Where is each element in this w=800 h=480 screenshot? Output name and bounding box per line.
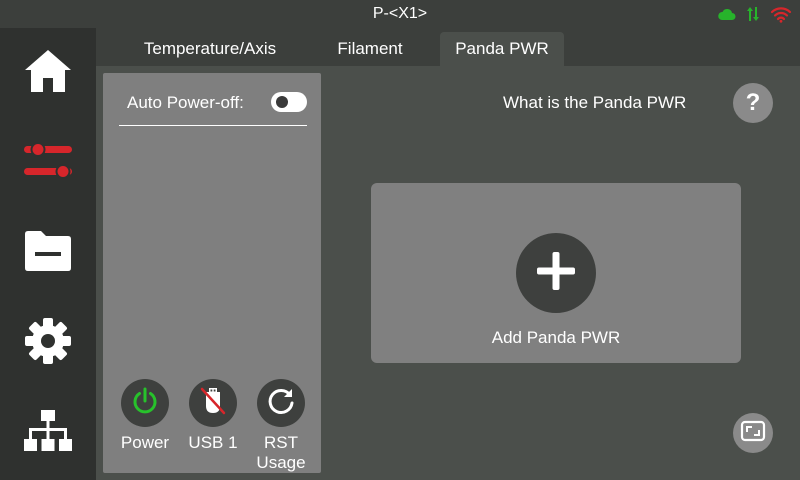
gear-icon <box>23 316 73 371</box>
auto-power-off-row: Auto Power-off: <box>119 87 315 121</box>
power-label: Power <box>120 433 170 452</box>
content-area: Auto Power-off: Power USB 1 RST Usage Wh… <box>96 66 800 480</box>
control-panel: Auto Power-off: Power USB 1 RST Usage <box>103 73 321 473</box>
cloud-icon <box>718 7 736 21</box>
auto-power-off-toggle[interactable] <box>271 92 307 112</box>
add-button[interactable] <box>516 233 596 313</box>
rst-usage-control[interactable]: RST Usage <box>247 379 315 472</box>
tab-temperature-axis[interactable]: Temperature/Axis <box>122 32 298 66</box>
auto-power-off-label: Auto Power-off: <box>127 93 244 112</box>
help-text[interactable]: What is the Panda PWR <box>503 93 686 113</box>
divider <box>119 125 307 126</box>
wifi-icon <box>770 5 792 23</box>
power-button[interactable] <box>121 379 169 427</box>
help-button-label: ? <box>745 89 761 116</box>
rst-usage-button[interactable] <box>257 379 305 427</box>
sidebar-item-settings[interactable] <box>0 298 96 388</box>
toggle-knob <box>276 96 288 108</box>
refresh-icon <box>266 386 296 421</box>
controls-sliders-icon <box>23 141 73 186</box>
status-icons <box>718 4 792 24</box>
add-panda-pwr-label: Add Panda PWR <box>491 328 621 347</box>
sync-arrows-icon <box>746 6 760 22</box>
fullscreen-icon <box>740 420 766 447</box>
sidebar-item-network[interactable] <box>0 388 96 478</box>
usb-disabled-icon <box>199 386 227 421</box>
power-icon <box>130 386 160 421</box>
plus-icon <box>534 249 578 298</box>
sidebar-item-files[interactable] <box>0 208 96 298</box>
sidebar <box>0 28 96 480</box>
tab-panda-pwr[interactable]: Panda PWR <box>440 32 564 66</box>
fullscreen-button[interactable] <box>733 413 773 453</box>
power-control[interactable]: Power <box>111 379 179 469</box>
tab-filament[interactable]: Filament <box>314 32 426 66</box>
usb1-control[interactable]: USB 1 <box>179 379 247 469</box>
network-icon <box>23 409 73 458</box>
usb1-button[interactable] <box>189 379 237 427</box>
help-button[interactable]: ? <box>733 83 773 123</box>
usb1-label: USB 1 <box>188 433 238 452</box>
folder-icon <box>23 230 73 277</box>
title-bar: P-<X1> <box>0 0 800 28</box>
sidebar-item-home[interactable] <box>0 28 96 118</box>
tab-bar: Temperature/Axis Filament Panda PWR <box>96 28 800 68</box>
device-title: P-<X1> <box>372 5 428 22</box>
add-panda-pwr-card[interactable]: Add Panda PWR <box>371 183 741 363</box>
sidebar-item-controls[interactable] <box>0 118 96 208</box>
home-icon <box>23 48 73 99</box>
rst-usage-label: RST Usage <box>256 433 306 472</box>
